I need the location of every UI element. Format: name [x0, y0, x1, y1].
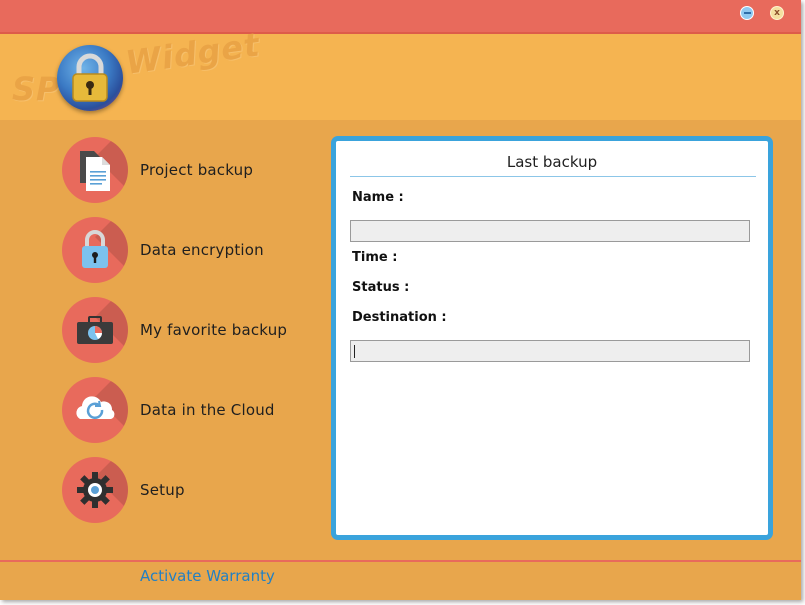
- close-button[interactable]: x: [770, 6, 784, 20]
- text-cursor: [354, 345, 355, 358]
- sidebar-item-setup[interactable]: Setup: [62, 457, 322, 523]
- logo-lock-icon: [57, 45, 123, 111]
- sidebar-item-data-encryption[interactable]: Data encryption: [62, 217, 322, 283]
- sidebar-item-favorite-backup[interactable]: My favorite backup: [62, 297, 322, 363]
- panel-divider: [350, 176, 756, 177]
- destination-field[interactable]: [350, 340, 750, 362]
- last-backup-panel: Last backup Name : Time : Status : Desti…: [331, 136, 773, 540]
- logo-text-sp: SP: [12, 70, 61, 108]
- padlock-icon: [62, 217, 128, 283]
- sidebar-item-data-cloud[interactable]: Data in the Cloud: [62, 377, 322, 443]
- footer-divider: [0, 560, 801, 562]
- name-label: Name :: [352, 190, 404, 205]
- status-label: Status :: [352, 280, 410, 295]
- sidebar-item-label: Data encryption: [140, 241, 264, 259]
- gear-icon: [62, 457, 128, 523]
- sidebar-item-project-backup[interactable]: Project backup: [62, 137, 322, 203]
- name-field[interactable]: [350, 220, 750, 242]
- sidebar-item-label: Setup: [140, 481, 185, 499]
- title-bar[interactable]: x: [0, 0, 801, 34]
- time-label: Time :: [352, 250, 398, 265]
- sidebar-nav: Project backup Data encryption My favori…: [0, 120, 320, 560]
- app-window: x SP Widget Project backup Data encrypti…: [0, 0, 801, 600]
- activate-warranty-link[interactable]: Activate Warranty: [140, 567, 275, 585]
- document-copy-icon: [62, 137, 128, 203]
- sidebar-item-label: Project backup: [140, 161, 254, 179]
- destination-label: Destination :: [352, 310, 447, 325]
- sidebar-item-label: Data in the Cloud: [140, 401, 275, 419]
- sidebar-item-label: My favorite backup: [140, 321, 288, 339]
- briefcase-chart-icon: [62, 297, 128, 363]
- cloud-sync-icon: [62, 377, 128, 443]
- minimize-button[interactable]: [740, 6, 754, 20]
- panel-title: Last backup: [506, 153, 598, 171]
